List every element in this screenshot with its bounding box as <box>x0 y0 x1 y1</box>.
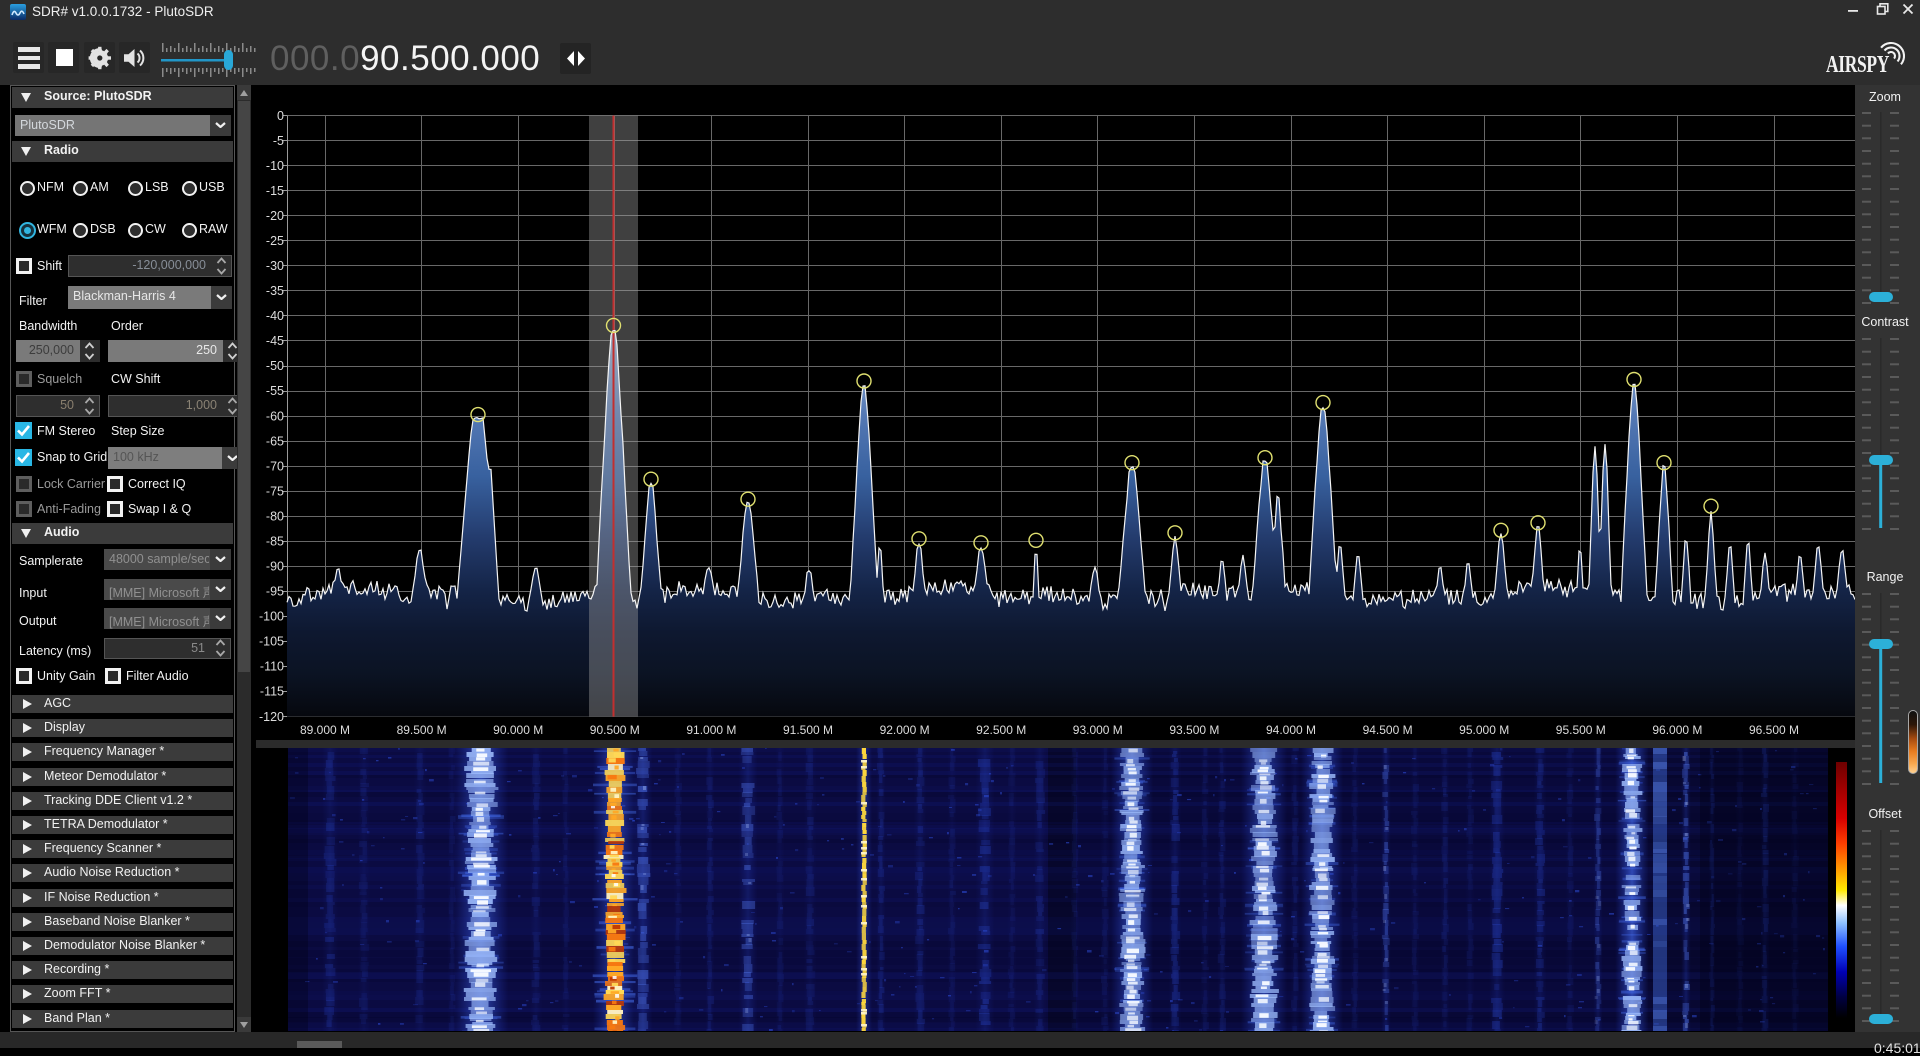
svg-text:95.500 M: 95.500 M <box>1556 723 1606 737</box>
svg-text:-10: -10 <box>266 159 284 173</box>
svg-text:-115: -115 <box>260 685 284 699</box>
svg-text:-85: -85 <box>266 535 284 549</box>
svg-text:-80: -80 <box>266 509 284 523</box>
svg-text:95.000 M: 95.000 M <box>1459 723 1509 737</box>
svg-text:-30: -30 <box>266 259 284 273</box>
svg-text:93.500 M: 93.500 M <box>1169 723 1219 737</box>
svg-text:96.500 M: 96.500 M <box>1749 723 1799 737</box>
svg-text:92.500 M: 92.500 M <box>976 723 1026 737</box>
svg-text:-95: -95 <box>266 585 284 599</box>
svg-text:92.000 M: 92.000 M <box>880 723 930 737</box>
svg-text:91.000 M: 91.000 M <box>686 723 736 737</box>
svg-text:-20: -20 <box>266 209 284 223</box>
svg-text:-25: -25 <box>266 234 284 248</box>
svg-text:-5: -5 <box>273 134 284 148</box>
svg-text:-100: -100 <box>259 610 284 624</box>
svg-text:89.500 M: 89.500 M <box>397 723 447 737</box>
svg-text:-60: -60 <box>266 409 284 423</box>
svg-text:-65: -65 <box>266 434 284 448</box>
svg-text:96.000 M: 96.000 M <box>1652 723 1702 737</box>
svg-text:-35: -35 <box>266 284 284 298</box>
svg-text:-110: -110 <box>260 660 284 674</box>
svg-text:-70: -70 <box>266 459 284 473</box>
svg-text:93.000 M: 93.000 M <box>1073 723 1123 737</box>
svg-text:-15: -15 <box>266 184 284 198</box>
svg-text:94.500 M: 94.500 M <box>1363 723 1413 737</box>
svg-text:AIRSPY: AIRSPY <box>1826 50 1889 77</box>
svg-text:-75: -75 <box>266 484 284 498</box>
svg-text:-90: -90 <box>266 560 284 574</box>
svg-text:-120: -120 <box>259 710 284 724</box>
svg-text:90.500 M: 90.500 M <box>590 723 640 737</box>
svg-text:-40: -40 <box>266 309 284 323</box>
svg-text:-50: -50 <box>266 359 284 373</box>
svg-text:90.000 M: 90.000 M <box>493 723 543 737</box>
svg-text:-55: -55 <box>266 384 284 398</box>
svg-text:94.000 M: 94.000 M <box>1266 723 1316 737</box>
svg-text:-105: -105 <box>259 635 284 649</box>
svg-text:-45: -45 <box>266 334 284 348</box>
svg-text:91.500 M: 91.500 M <box>783 723 833 737</box>
svg-text:89.000 M: 89.000 M <box>300 723 350 737</box>
svg-text:0: 0 <box>277 109 284 123</box>
